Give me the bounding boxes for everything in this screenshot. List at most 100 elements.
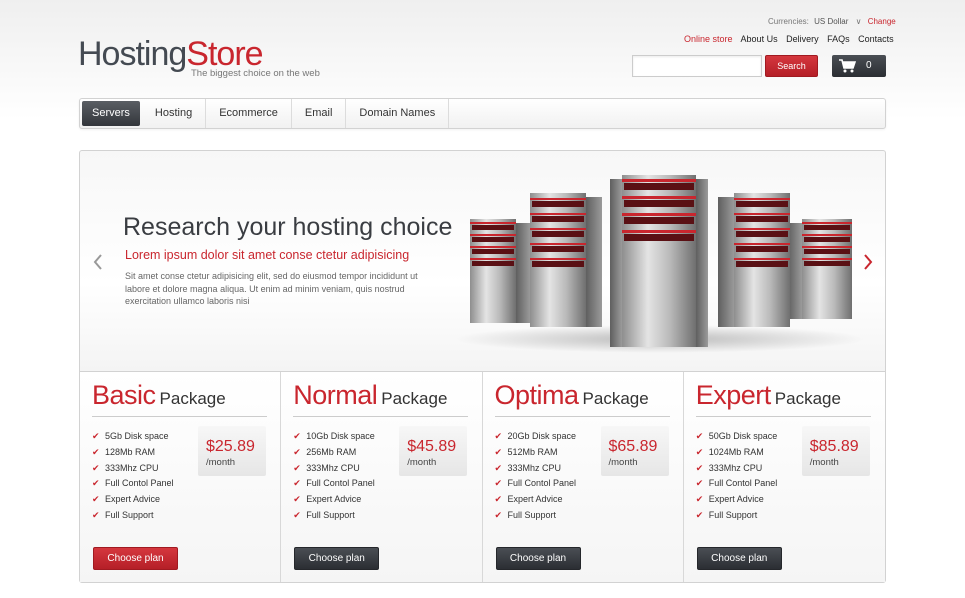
feature-label: Full Contol Panel — [708, 478, 778, 489]
feature-list: ✔ 50Gb Disk space ✔ 1024Mb RAM ✔ 333Mhz CPU… — [696, 429, 778, 524]
package-title: Optima Package — [495, 380, 649, 411]
search-input[interactable] — [632, 55, 762, 77]
tab-ecommerce[interactable]: Ecommerce — [206, 99, 292, 128]
feature-item: ✔ Expert Advice — [293, 492, 375, 508]
cart-button[interactable]: 0 — [832, 55, 886, 77]
servers-image — [455, 175, 865, 353]
feature-label: 512Mb RAM — [507, 446, 558, 457]
feature-label: 10Gb Disk space — [306, 431, 375, 441]
feature-item: ✔ Expert Advice — [495, 492, 577, 508]
search-button[interactable]: Search — [765, 55, 818, 77]
check-icon: ✔ — [92, 431, 100, 441]
choose-plan-button[interactable]: Choose plan — [294, 547, 380, 570]
tagline: The biggest choice on the web — [191, 68, 320, 79]
chevron-down-icon[interactable]: ∨ — [856, 17, 862, 26]
price-period: /month — [809, 457, 839, 468]
check-icon: ✔ — [92, 509, 100, 520]
feature-item: ✔ 333Mhz CPU — [495, 461, 577, 477]
divider — [293, 416, 469, 417]
package-normal: Normal Package ✔ 10Gb Disk space ✔ 256Mb RA… — [281, 372, 483, 582]
feature-item: ✔ 5Gb Disk space — [92, 429, 174, 445]
price-period: /month — [608, 457, 638, 468]
price-box: $65.89 /month — [600, 426, 669, 476]
price-amount: $65.89 — [608, 438, 658, 455]
package-word: Package — [774, 389, 841, 408]
choose-plan-button[interactable]: Choose plan — [495, 547, 581, 570]
check-icon: ✔ — [293, 431, 301, 441]
feature-label: Full Support — [306, 509, 355, 520]
package-title: Expert Package — [696, 380, 841, 411]
check-icon: ✔ — [695, 509, 704, 520]
feature-label: 333Mhz CPU — [306, 462, 360, 473]
divider — [494, 416, 670, 417]
package-title: Normal Package — [293, 380, 447, 411]
feature-label: Expert Advice — [306, 494, 362, 505]
package-expert: Expert Package ✔ 50Gb Disk space ✔ 1024Mb R… — [683, 372, 885, 582]
check-icon: ✔ — [695, 462, 704, 473]
check-icon: ✔ — [494, 509, 503, 520]
currency-value[interactable]: US Dollar — [814, 17, 848, 26]
cart-icon — [838, 58, 857, 76]
feature-item: ✔ 50Gb Disk space — [696, 429, 778, 445]
feature-label: Full Support — [708, 509, 758, 520]
package-optima: Optima Package ✔ 20Gb Disk space ✔ 512Mb RA… — [482, 372, 684, 582]
feature-item: ✔ 333Mhz CPU — [92, 461, 174, 477]
tab-email[interactable]: Email — [292, 99, 347, 128]
chevron-left-icon[interactable] — [92, 253, 104, 276]
choose-plan-button[interactable]: Choose plan — [93, 547, 178, 570]
check-icon: ✔ — [695, 478, 704, 489]
feature-item: ✔ 333Mhz CPU — [696, 461, 778, 477]
package-word: Package — [582, 389, 649, 408]
check-icon: ✔ — [494, 462, 503, 473]
check-icon: ✔ — [695, 446, 704, 457]
check-icon: ✔ — [92, 446, 100, 457]
cart-count: 0 — [866, 60, 872, 71]
feature-item: ✔ Expert Advice — [92, 492, 174, 508]
price-box: $45.89 /month — [399, 426, 468, 476]
tab-servers[interactable]: Servers — [82, 101, 140, 126]
top-nav-online-store[interactable]: Online store — [684, 34, 733, 44]
feature-label: 128Mb RAM — [105, 446, 156, 457]
feature-item: ✔ 333Mhz CPU — [293, 461, 375, 477]
divider — [92, 416, 267, 417]
feature-label: Expert Advice — [708, 494, 764, 505]
feature-item: ✔ 1024Mb RAM — [696, 445, 778, 461]
choose-plan-button[interactable]: Choose plan — [696, 547, 782, 570]
main-nav: Servers Hosting Ecommerce Email Domain N… — [79, 98, 886, 129]
feature-label: Expert Advice — [105, 494, 161, 505]
price-amount: $25.89 — [206, 438, 255, 455]
package-title: Basic Package — [92, 380, 226, 411]
top-nav-about-us[interactable]: About Us — [741, 34, 778, 44]
feature-label: Full Support — [507, 509, 557, 520]
price-amount: $45.89 — [407, 438, 457, 455]
feature-item: ✔ 128Mb RAM — [92, 445, 174, 461]
check-icon: ✔ — [92, 494, 100, 505]
feature-label: Full Contol Panel — [507, 478, 577, 489]
feature-item: ✔ 10Gb Disk space — [293, 429, 375, 445]
check-icon: ✔ — [293, 446, 301, 457]
feature-item: ✔ 20Gb Disk space — [495, 429, 577, 445]
packages: Basic Package ✔ 5Gb Disk space ✔ 128Mb RAM … — [79, 371, 886, 583]
feature-item: ✔ Full Contol Panel — [293, 476, 375, 492]
feature-item: ✔ Full Contol Panel — [696, 476, 778, 492]
feature-label: Expert Advice — [507, 494, 563, 505]
currency-label: Currencies: — [768, 17, 809, 26]
package-word: Package — [159, 389, 226, 408]
top-nav-faqs[interactable]: FAQs — [827, 34, 850, 44]
price-amount: $85.89 — [809, 438, 859, 455]
hero-slider: Research your hosting choice Lorem ipsum… — [79, 150, 886, 372]
currency-change-link[interactable]: Change — [868, 17, 896, 26]
slide-title: Research your hosting choice — [123, 213, 453, 241]
tab-hosting[interactable]: Hosting — [142, 99, 207, 128]
top-nav-delivery[interactable]: Delivery — [786, 34, 819, 44]
tab-domain-names[interactable]: Domain Names — [346, 99, 450, 128]
feature-label: 333Mhz CPU — [105, 462, 159, 473]
package-name: Optima — [494, 380, 580, 410]
slide-text: Sit amet conse ctetur adipisicing elit, … — [125, 271, 418, 306]
check-icon: ✔ — [695, 494, 704, 505]
feature-item: ✔ Full Contol Panel — [495, 476, 577, 492]
check-icon: ✔ — [293, 494, 301, 505]
feature-label: Full Contol Panel — [306, 478, 375, 489]
top-nav-contacts[interactable]: Contacts — [858, 34, 894, 44]
feature-item: ✔ 512Mb RAM — [495, 445, 577, 461]
